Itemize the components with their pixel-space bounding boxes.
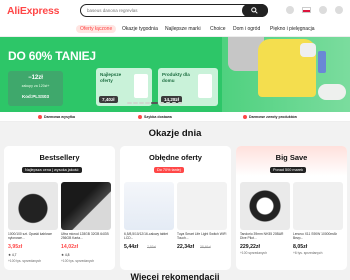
search-icon	[251, 7, 258, 14]
product-image	[8, 182, 58, 230]
trust-strip: Darmowa wysyłka Szybka dostawa Darmowe z…	[0, 112, 350, 122]
card-header: Bestsellery Najlepsza cena | wysoka jako…	[4, 146, 115, 176]
product-image	[240, 182, 290, 230]
product-price: 229,22zł	[240, 244, 260, 250]
product-name: 1000/100 szt. Opaski kablowe nylonowe...	[8, 232, 52, 241]
search-button[interactable]	[242, 4, 268, 17]
nav-item-top-brands[interactable]: Najlepsze marki	[165, 26, 201, 32]
cart-icon[interactable]	[335, 6, 343, 14]
card-title: Bestsellery	[39, 153, 80, 162]
truck-icon	[38, 114, 42, 119]
carousel-dot[interactable]	[151, 102, 158, 104]
carousel-dots	[127, 102, 182, 104]
clock-icon	[138, 114, 142, 119]
product-name: Tandorio 39mm NH35 20BAR Dive Pilot...	[240, 232, 284, 241]
product-price: 22,34zł	[177, 244, 195, 250]
product-sold-count: +6 tys. sprzedanych	[293, 251, 323, 255]
product-image	[177, 182, 227, 230]
header-actions	[286, 6, 343, 14]
hero-product-image	[300, 43, 316, 57]
coupon-subtitle: zakupy za 120zł+	[21, 84, 50, 88]
product-old-price: 7,93zł	[147, 245, 156, 249]
product-image	[293, 182, 343, 230]
card-title: Obłędne oferty	[149, 153, 202, 162]
deal-card-crazy-offers[interactable]: Obłędne oferty Do 70% taniej 6,5/8,5/10/…	[120, 146, 231, 270]
product-name: 6,5/8,5/10/12/16-calowy tablet LCD...	[124, 232, 168, 241]
deal-tile-label: Najlepsze oferty	[100, 72, 122, 83]
return-icon	[243, 114, 247, 119]
deal-card-big-save[interactable]: Big Save Ponad 500 marek Tandorio 39mm N…	[236, 146, 347, 270]
product-tile[interactable]: Tandorio 39mm NH35 20BAR Dive Pilot... 2…	[240, 182, 290, 268]
product-old-price: 38,46zł	[200, 245, 211, 249]
carousel-dot[interactable]	[127, 102, 132, 104]
deal-tile-label: Produkty dla domu	[162, 72, 190, 83]
product-sold-count: +100 tys. sprzedanych	[61, 259, 95, 263]
nav-item-home-garden[interactable]: Dom i ogród	[233, 26, 260, 32]
card-title: Big Save	[275, 153, 308, 162]
coupon-amount: −12zł	[28, 75, 43, 81]
card-header: Big Save Ponad 500 marek	[236, 146, 347, 176]
nav-item-beauty[interactable]: Piękno i pielęgnacja	[270, 26, 314, 32]
nav-item-weekly-deals[interactable]: Okazje tygodnia	[122, 26, 158, 32]
trust-fast-delivery: Szybka dostawa	[138, 114, 172, 119]
search-bar[interactable]	[80, 4, 268, 17]
product-name: Lenovo X11 S90W 10000mAh Bezp...	[293, 232, 338, 241]
product-tile[interactable]: 6,5/8,5/10/12/16-calowy tablet LCD... 5,…	[124, 182, 174, 268]
app-download-icon[interactable]	[286, 6, 294, 14]
product-price: 3,95zł	[8, 244, 23, 250]
carousel-dot[interactable]	[177, 102, 182, 104]
product-image	[124, 182, 174, 230]
coupon-card[interactable]: −12zł zakupy za 120zł+ Kod:PLSS03	[8, 71, 63, 106]
section-title-recommendations: Więcej rekomendacji	[130, 272, 220, 280]
trust-free-returns: Darmowe zwroty produktów	[243, 114, 297, 119]
carousel-dot[interactable]	[139, 102, 144, 104]
product-tile[interactable]: Tuya Smart Life Light Switch WiFi Touch.…	[177, 182, 227, 268]
category-nav: Oferty łączone Okazje tygodnia Najlepsze…	[0, 22, 350, 37]
search-input[interactable]	[87, 6, 237, 15]
card-badge: Najlepsza cena | wysoka jakość	[22, 167, 82, 173]
product-rating: ★ 4,7	[8, 253, 17, 257]
deal-product-image	[198, 74, 212, 98]
product-sold-count: +100 sprzedanych	[240, 251, 268, 255]
carousel-dot[interactable]	[159, 102, 164, 104]
product-rating: ★ 4,8	[61, 253, 70, 257]
poland-flag-icon[interactable]	[302, 7, 311, 13]
deal-tile-home[interactable]: Produkty dla domu 14,28zł	[158, 68, 218, 106]
product-tile[interactable]: Lenovo X11 S90W 10000mAh Bezp... 8,05zł …	[293, 182, 343, 268]
hero-product-image	[318, 51, 326, 73]
aliexpress-logo[interactable]: AliExpress	[7, 5, 59, 17]
product-price: 5,44zł	[124, 244, 139, 250]
product-image	[61, 182, 111, 230]
product-price: 8,05zł	[293, 244, 308, 250]
deal-product-image	[134, 74, 148, 98]
deal-tile-best-offers[interactable]: Najlepsze oferty 7,40zł	[96, 68, 152, 106]
nav-item-bundle-deals[interactable]: Oferty łączone	[76, 25, 117, 33]
nav-item-choice[interactable]: Choice	[210, 26, 226, 32]
carousel-dot[interactable]	[145, 102, 150, 104]
product-sold-count: +100 tys. sprzedanych	[8, 259, 42, 263]
product-tile[interactable]: Ultra microd 128GB 32GB 64GB 256GB Karta…	[61, 182, 111, 268]
carousel-dot[interactable]	[171, 102, 176, 104]
card-header: Obłędne oferty Do 70% taniej	[120, 146, 231, 176]
product-name: Ultra microd 128GB 32GB 64GB 256GB Karta…	[61, 232, 109, 241]
product-price: 14,02zł	[61, 244, 79, 250]
top-header: AliExpress	[0, 0, 350, 22]
trust-free-shipping: Darmowa wysyłka	[38, 114, 75, 119]
carousel-dot[interactable]	[133, 102, 138, 104]
account-icon[interactable]	[319, 6, 327, 14]
section-title-daily-deals: Okazje dnia	[148, 128, 202, 139]
coupon-code: Kod:PLSS03	[21, 94, 49, 99]
product-name: Tuya Smart Life Light Switch WiFi Touch.…	[177, 232, 227, 241]
card-badge: Do 70% taniej	[154, 167, 184, 173]
deal-card-bestsellers[interactable]: Bestsellery Najlepsza cena | wysoka jako…	[4, 146, 115, 270]
product-tile[interactable]: 1000/100 szt. Opaski kablowe nylonowe...…	[8, 182, 58, 268]
hero-banner[interactable]: DO 60% TANIEJ −12zł zakupy za 120zł+ Kod…	[0, 37, 350, 112]
deal-tile-price: 7,40zł	[99, 96, 118, 103]
hero-product-image	[318, 84, 346, 100]
carousel-dot[interactable]	[165, 102, 170, 104]
hero-title: DO 60% TANIEJ	[8, 49, 96, 63]
card-badge: Ponad 500 marek	[270, 167, 306, 173]
